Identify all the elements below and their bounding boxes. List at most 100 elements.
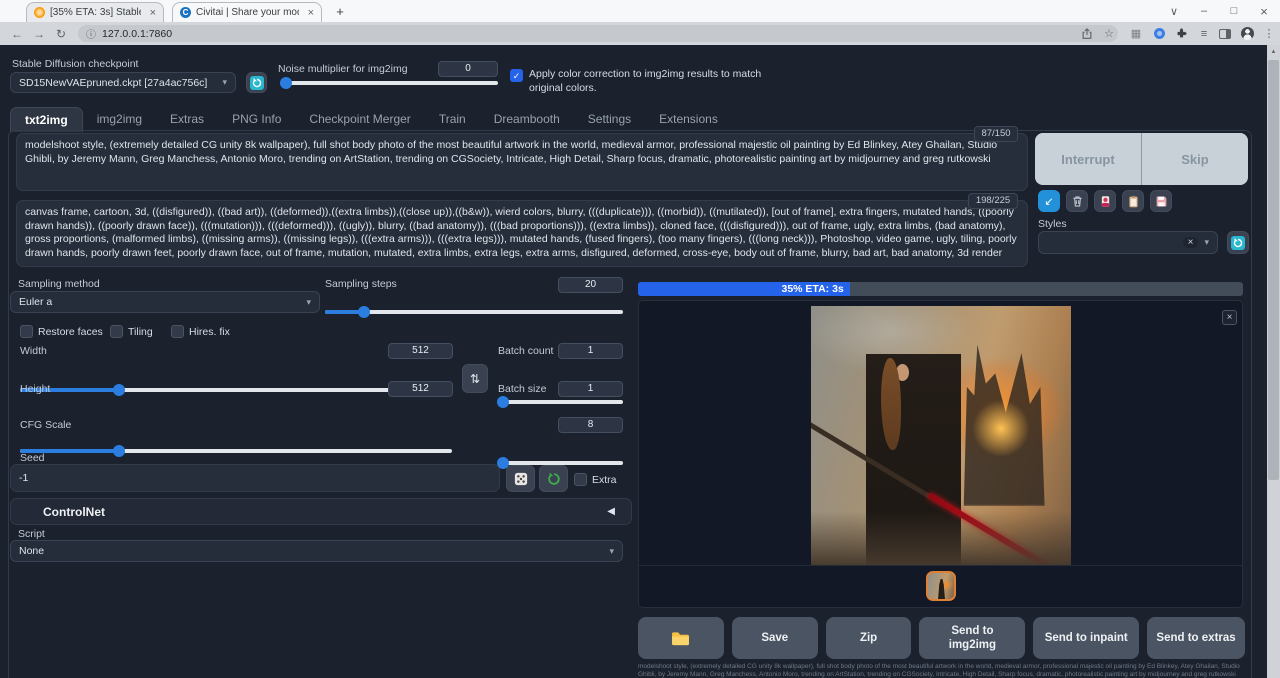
scroll-up-icon[interactable]: ▲ xyxy=(1267,45,1280,59)
slider-handle[interactable] xyxy=(113,445,125,457)
new-tab-button[interactable]: + xyxy=(330,0,350,22)
side-panel-icon[interactable] xyxy=(1216,25,1234,42)
sampling-steps-value[interactable]: 20 xyxy=(558,277,623,293)
extension-blue-icon[interactable] xyxy=(1150,25,1168,42)
extra-networks-button[interactable] xyxy=(1094,190,1116,212)
slider-handle[interactable] xyxy=(280,77,292,89)
page-scrollbar[interactable]: ▲ xyxy=(1267,45,1280,678)
close-gallery-icon[interactable]: × xyxy=(1222,310,1237,325)
hires-fix-checkbox[interactable] xyxy=(171,325,184,338)
scrollbar-thumb[interactable] xyxy=(1268,60,1279,480)
height-slider[interactable] xyxy=(20,445,452,457)
sampling-method-select[interactable]: Euler a ▾ xyxy=(10,291,320,313)
noise-multiplier-label: Noise multiplier for img2img xyxy=(278,63,408,75)
interrupt-button[interactable]: Interrupt xyxy=(1035,133,1141,185)
paste-params-button[interactable]: ↙ xyxy=(1038,190,1060,212)
height-value[interactable]: 512 xyxy=(388,381,453,397)
checkpoint-select[interactable]: SD15NewVAEpruned.ckpt [27a4ac756c] ▾ xyxy=(10,72,236,93)
script-select[interactable]: None ▾ xyxy=(10,540,623,562)
window-menu-icon[interactable]: ∨ xyxy=(1160,0,1188,22)
reuse-seed-button[interactable] xyxy=(539,465,568,492)
checkpoint-refresh-button[interactable] xyxy=(246,72,267,93)
styles-select[interactable]: × ▾ xyxy=(1038,231,1218,254)
media-controls-icon[interactable]: ≡ xyxy=(1195,25,1213,42)
window-close-icon[interactable]: × xyxy=(1250,0,1278,22)
send-to-extras-button[interactable]: Send to extras xyxy=(1147,617,1245,659)
tab-checkpoint-merger[interactable]: Checkpoint Merger xyxy=(295,107,424,131)
site-info-icon[interactable]: ⓘ xyxy=(86,26,96,41)
send-to-inpaint-button[interactable]: Send to inpaint xyxy=(1033,617,1139,659)
restore-faces-checkbox[interactable] xyxy=(20,325,33,338)
share-icon[interactable] xyxy=(1078,25,1096,42)
generated-image-preview[interactable] xyxy=(811,306,1071,566)
noise-multiplier-value[interactable]: 0 xyxy=(438,61,498,77)
avatar xyxy=(1241,27,1254,40)
bookmark-star-icon[interactable]: ☆ xyxy=(1100,25,1118,42)
extension-grid-icon[interactable]: ▦ xyxy=(1127,25,1145,42)
width-value[interactable]: 512 xyxy=(388,343,453,359)
zip-button[interactable]: Zip xyxy=(826,617,912,659)
color-correction-checkbox[interactable]: ✓ xyxy=(510,69,523,82)
save-style-button[interactable] xyxy=(1150,190,1172,212)
save-button[interactable]: Save xyxy=(732,617,818,659)
window-minimize-icon[interactable]: – xyxy=(1190,0,1218,22)
clear-prompt-button[interactable] xyxy=(1066,190,1088,212)
noise-multiplier-slider[interactable] xyxy=(280,77,498,89)
tab-dreambooth[interactable]: Dreambooth xyxy=(480,107,574,131)
swap-dimensions-button[interactable]: ⇅ xyxy=(462,364,488,393)
gradio-favicon-icon xyxy=(34,7,45,18)
tab-txt2img[interactable]: txt2img xyxy=(10,107,83,132)
cfg-scale-value[interactable]: 8 xyxy=(558,417,623,433)
civitai-favicon-icon: C xyxy=(180,7,191,18)
batch-count-slider[interactable] xyxy=(498,396,623,408)
send-to-img2img-button[interactable]: Send to img2img xyxy=(919,617,1025,659)
main-tab-bar: txt2img img2img Extras PNG Info Checkpoi… xyxy=(10,106,732,131)
apply-style-button[interactable] xyxy=(1122,190,1144,212)
tab-extras[interactable]: Extras xyxy=(156,107,218,131)
slider-handle[interactable] xyxy=(113,384,125,396)
window-maximize-icon[interactable]: □ xyxy=(1220,0,1248,22)
thumbnail-figure xyxy=(937,579,946,601)
address-bar[interactable]: ⓘ 127.0.0.1:7860 xyxy=(78,25,1118,42)
browser-tab-active[interactable]: [35% ETA: 3s] Stable Diffusion × xyxy=(26,2,164,22)
tab-train[interactable]: Train xyxy=(425,107,480,131)
batch-size-value[interactable]: 1 xyxy=(558,381,623,397)
tab-close-icon[interactable]: × xyxy=(150,7,156,19)
extensions-puzzle-icon[interactable] xyxy=(1172,25,1190,42)
accordion-arrow-icon: ◀ xyxy=(607,506,615,517)
back-icon[interactable]: ← xyxy=(6,27,28,41)
random-seed-button[interactable] xyxy=(506,465,535,492)
sampling-steps-slider[interactable] xyxy=(325,306,623,318)
browser-tab-title: Civitai | Share your models xyxy=(196,7,299,18)
batch-count-value[interactable]: 1 xyxy=(558,343,623,359)
gallery-thumbnail[interactable] xyxy=(926,571,956,601)
seed-input[interactable]: -1 xyxy=(10,464,500,492)
browser-menu-icon[interactable]: ⋮ xyxy=(1260,25,1278,42)
prompt-textarea[interactable]: modelshoot style, (extremely detailed CG… xyxy=(16,133,1028,191)
negative-prompt-textarea[interactable]: canvas frame, cartoon, 3d, ((disfigured)… xyxy=(16,200,1028,267)
browser-tab-civitai[interactable]: C Civitai | Share your models × xyxy=(172,2,322,22)
skip-button[interactable]: Skip xyxy=(1142,133,1248,185)
height-label: Height xyxy=(20,383,50,395)
controlnet-label: ControlNet xyxy=(43,505,105,519)
tab-settings[interactable]: Settings xyxy=(574,107,645,131)
clear-styles-icon[interactable]: × xyxy=(1183,237,1199,248)
forward-icon[interactable]: → xyxy=(28,27,50,41)
width-label: Width xyxy=(20,345,47,357)
profile-avatar[interactable] xyxy=(1238,25,1256,42)
tab-close-icon[interactable]: × xyxy=(308,7,314,19)
slider-handle[interactable] xyxy=(358,306,370,318)
slider-handle[interactable] xyxy=(497,396,509,408)
batch-size-label: Batch size xyxy=(498,383,546,395)
card-icon xyxy=(1099,195,1112,208)
tab-img2img[interactable]: img2img xyxy=(83,107,156,131)
tab-png-info[interactable]: PNG Info xyxy=(218,107,295,131)
open-folder-button[interactable] xyxy=(638,617,724,659)
extra-seed-checkbox[interactable] xyxy=(574,473,587,486)
output-gallery: × xyxy=(638,300,1243,608)
reload-icon[interactable]: ↻ xyxy=(50,27,72,41)
tiling-checkbox[interactable] xyxy=(110,325,123,338)
tab-extensions[interactable]: Extensions xyxy=(645,107,732,131)
controlnet-accordion[interactable]: ControlNet ◀ xyxy=(10,498,632,525)
styles-refresh-button[interactable] xyxy=(1227,231,1249,254)
